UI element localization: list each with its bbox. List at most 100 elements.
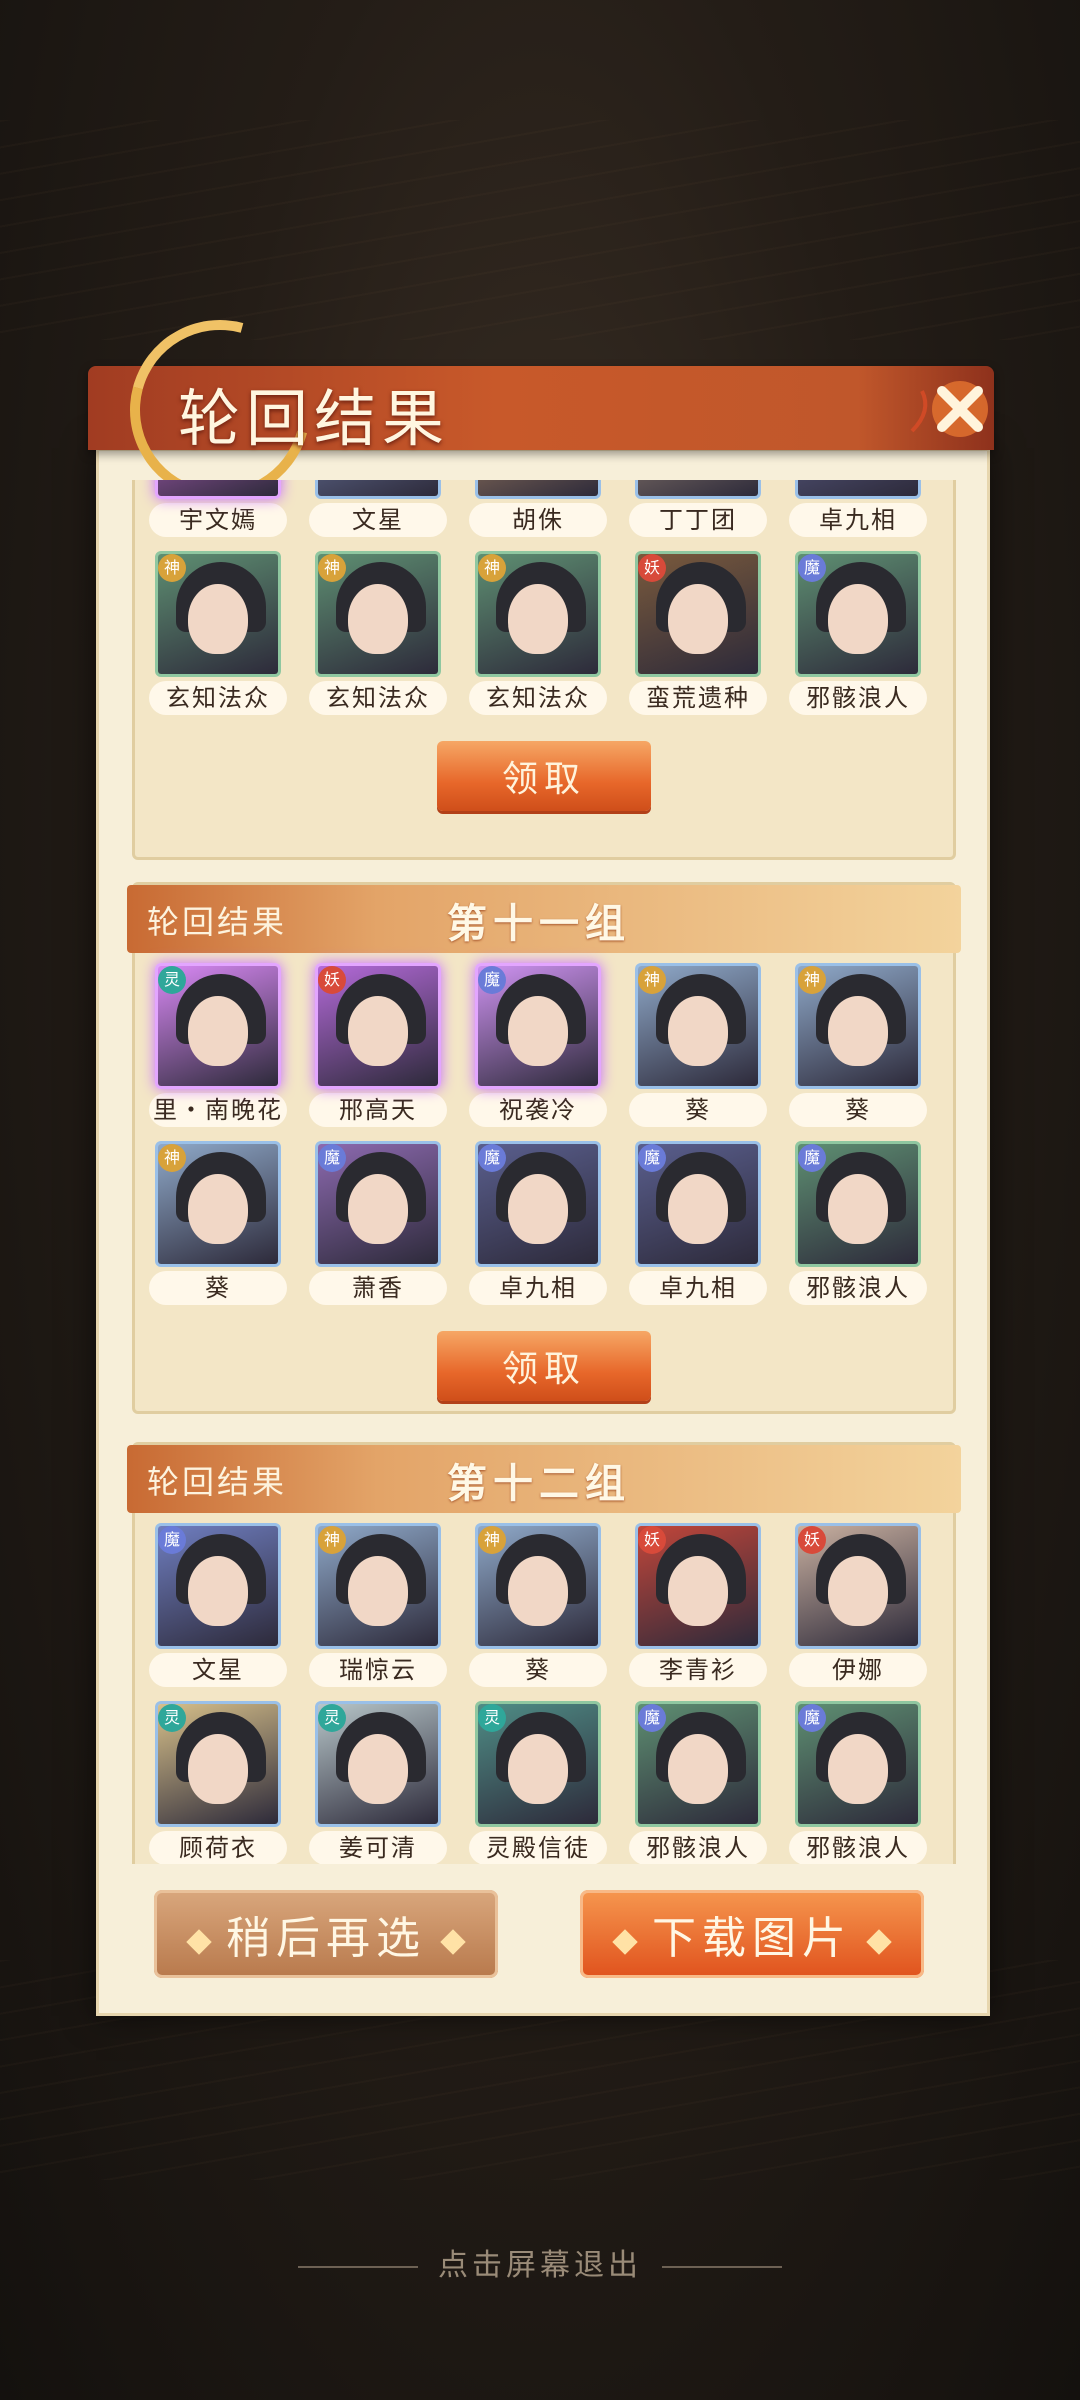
character-portrait: 灵 — [315, 1701, 441, 1827]
character-card[interactable]: 神葵 — [629, 963, 767, 1127]
faction-badge-icon: 魔 — [478, 1144, 506, 1172]
character-portrait: 灵 — [155, 963, 281, 1089]
character-portrait: 魔 — [795, 551, 921, 677]
character-name: 卓九相 — [469, 1271, 607, 1305]
faction-badge-icon: 神 — [318, 1526, 346, 1554]
faction-badge-icon: 灵 — [158, 966, 186, 994]
character-card[interactable]: 神葵 — [789, 963, 927, 1127]
character-card[interactable]: 神玄知法众 — [309, 551, 447, 715]
character-card[interactable]: 魔邪骸浪人 — [629, 1701, 767, 1864]
faction-badge-icon: 神 — [478, 554, 506, 582]
download-image-label: 下载图片 — [652, 1913, 852, 1964]
faction-badge-icon: 魔 — [638, 1704, 666, 1732]
character-name: 葵 — [469, 1653, 607, 1687]
close-button[interactable] — [896, 360, 1006, 456]
character-card[interactable]: 神瑞惊云 — [309, 1523, 447, 1687]
character-card[interactable]: 魔祝袭冷 — [469, 963, 607, 1127]
result-group: 轮回结果 第十一组灵里・南晚花妖邢高天魔祝袭冷神葵神葵神葵魔萧香魔卓九相魔卓九相魔… — [127, 882, 961, 1414]
character-name: 卓九相 — [629, 1271, 767, 1305]
faction-badge-icon: 妖 — [318, 966, 346, 994]
character-card[interactable]: 魔卓九相 — [629, 1141, 767, 1305]
results-scroll-area[interactable]: 宇文嫣 文星 胡侏 丁丁团 卓九相神玄知法众神玄知法众神玄知法众妖蛮荒遗种魔邪骸浪人 领取… — [114, 480, 966, 1864]
faction-badge-icon: 灵 — [478, 1704, 506, 1732]
faction-badge-icon: 神 — [478, 1526, 506, 1554]
close-icon — [910, 381, 988, 437]
faction-badge-icon: 魔 — [798, 1704, 826, 1732]
group-number: 第十一组 — [447, 900, 631, 947]
character-portrait: 魔 — [635, 1701, 761, 1827]
faction-badge-icon: 灵 — [158, 1704, 186, 1732]
character-portrait: 神 — [155, 1141, 281, 1267]
character-card[interactable]: 文星 — [309, 480, 447, 537]
character-portrait: 妖 — [635, 551, 761, 677]
download-image-button[interactable]: 下载图片 — [580, 1890, 924, 1978]
character-portrait: 魔 — [475, 1141, 601, 1267]
choose-later-label: 稍后再选 — [226, 1913, 426, 1964]
character-card[interactable]: 神玄知法众 — [149, 551, 287, 715]
character-portrait: 灵 — [475, 1701, 601, 1827]
character-name: 邪骸浪人 — [789, 1831, 927, 1864]
character-name: 里・南晚花 — [149, 1093, 287, 1127]
character-portrait — [315, 480, 441, 499]
faction-badge-icon: 魔 — [318, 1144, 346, 1172]
character-portrait: 神 — [315, 551, 441, 677]
exit-hint-text: 点击屏幕退出 — [438, 2248, 642, 2283]
faction-badge-icon: 妖 — [638, 1526, 666, 1554]
character-portrait: 神 — [155, 551, 281, 677]
character-card[interactable]: 灵灵殿信徒 — [469, 1701, 607, 1864]
character-name: 卓九相 — [789, 503, 927, 537]
character-card[interactable]: 神玄知法众 — [469, 551, 607, 715]
character-card[interactable]: 妖邢高天 — [309, 963, 447, 1127]
faction-badge-icon: 神 — [798, 966, 826, 994]
character-card[interactable]: 神葵 — [469, 1523, 607, 1687]
character-name: 瑞惊云 — [309, 1653, 447, 1687]
character-name: 玄知法众 — [309, 681, 447, 715]
character-card[interactable]: 丁丁团 — [629, 480, 767, 537]
group-header: 轮回结果 第十一组 — [127, 885, 961, 953]
result-group: 宇文嫣 文星 胡侏 丁丁团 卓九相神玄知法众神玄知法众神玄知法众妖蛮荒遗种魔邪骸浪人 领取 — [132, 480, 956, 860]
character-portrait: 妖 — [635, 1523, 761, 1649]
exit-hint: 点击屏幕退出 — [0, 2240, 1080, 2284]
character-name: 丁丁团 — [629, 503, 767, 537]
character-card[interactable]: 灵顾荷衣 — [149, 1701, 287, 1864]
claim-button[interactable]: 领取 — [437, 1331, 651, 1401]
character-card[interactable]: 魔萧香 — [309, 1141, 447, 1305]
character-name: 灵殿信徒 — [469, 1831, 607, 1864]
faction-badge-icon: 神 — [638, 966, 666, 994]
character-name: 宇文嫣 — [149, 503, 287, 537]
group-label: 轮回结果 — [147, 903, 288, 941]
character-card[interactable]: 卓九相 — [789, 480, 927, 537]
character-portrait — [635, 480, 761, 499]
character-card[interactable]: 妖李青衫 — [629, 1523, 767, 1687]
faction-badge-icon: 妖 — [798, 1526, 826, 1554]
character-portrait: 魔 — [795, 1701, 921, 1827]
character-name: 萧香 — [309, 1271, 447, 1305]
character-portrait: 魔 — [635, 1141, 761, 1267]
choose-later-button[interactable]: 稍后再选 — [154, 1890, 498, 1978]
faction-badge-icon: 神 — [158, 554, 186, 582]
character-name: 邢高天 — [309, 1093, 447, 1127]
group-number: 第十二组 — [447, 1460, 631, 1507]
character-portrait — [155, 480, 281, 499]
character-card[interactable]: 魔邪骸浪人 — [789, 1141, 927, 1305]
character-card[interactable]: 神葵 — [149, 1141, 287, 1305]
character-card[interactable]: 妖伊娜 — [789, 1523, 927, 1687]
character-card[interactable]: 胡侏 — [469, 480, 607, 537]
character-portrait: 妖 — [315, 963, 441, 1089]
character-name: 文星 — [149, 1653, 287, 1687]
character-name: 李青衫 — [629, 1653, 767, 1687]
character-name: 蛮荒遗种 — [629, 681, 767, 715]
character-portrait: 魔 — [475, 963, 601, 1089]
character-card[interactable]: 魔邪骸浪人 — [789, 1701, 927, 1864]
character-card[interactable]: 魔邪骸浪人 — [789, 551, 927, 715]
character-card[interactable]: 妖蛮荒遗种 — [629, 551, 767, 715]
character-card[interactable]: 灵里・南晚花 — [149, 963, 287, 1127]
claim-button[interactable]: 领取 — [437, 741, 651, 811]
character-name: 伊娜 — [789, 1653, 927, 1687]
character-name: 葵 — [789, 1093, 927, 1127]
character-name: 邪骸浪人 — [789, 1271, 927, 1305]
character-card[interactable]: 宇文嫣 — [149, 480, 287, 537]
character-card[interactable]: 灵姜可清 — [309, 1701, 447, 1864]
character-card[interactable]: 魔卓九相 — [469, 1141, 607, 1305]
character-card[interactable]: 魔文星 — [149, 1523, 287, 1687]
